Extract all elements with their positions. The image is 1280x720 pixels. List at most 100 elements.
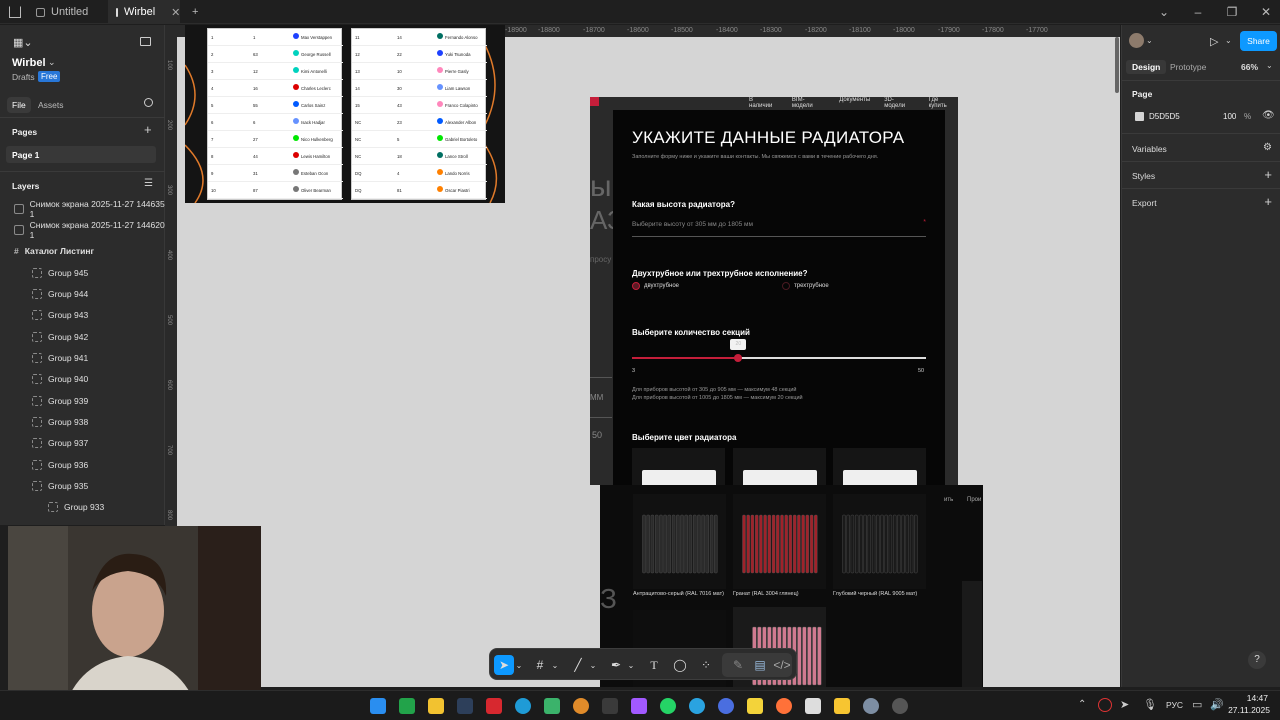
chevron-down-icon[interactable]: ⌄: [1266, 61, 1273, 70]
notes-icon[interactable]: [747, 698, 763, 714]
add-export-icon[interactable]: +: [1264, 194, 1272, 209]
variables-settings-icon[interactable]: ⚙: [1263, 142, 1272, 153]
chevron-down-icon[interactable]: ⌄: [1147, 0, 1181, 24]
settings-icon[interactable]: [863, 698, 879, 714]
close-window-button[interactable]: ✕: [1249, 0, 1280, 24]
minimize-button[interactable]: –: [1181, 0, 1215, 24]
chevron-down-icon[interactable]: ⌄: [514, 655, 524, 675]
add-page-icon[interactable]: +: [144, 122, 152, 137]
whatsapp-icon[interactable]: [660, 698, 676, 714]
app-icon[interactable]: [544, 698, 560, 714]
layer-item[interactable]: Group 937: [0, 432, 165, 453]
help-button[interactable]: ?: [1248, 651, 1266, 669]
present-play-icon[interactable]: ▷: [1210, 35, 1218, 48]
list-icon[interactable]: ☰: [144, 178, 153, 189]
close-tab-icon[interactable]: ✕: [171, 6, 180, 19]
nav-link[interactable]: BIM-модели: [792, 97, 825, 109]
styles-section[interactable]: Styles: [1132, 171, 1155, 181]
height-input[interactable]: Выберите высоту от 305 мм до 1805 мм *: [632, 219, 926, 237]
main-menu-icon[interactable]: ▦⌄: [13, 36, 33, 49]
variables-section[interactable]: Variables: [1132, 144, 1167, 154]
app-icon[interactable]: [834, 698, 850, 714]
volume-icon[interactable]: 🔊: [1210, 698, 1224, 711]
text-tool-icon[interactable]: T: [644, 655, 664, 675]
swatch-card[interactable]: [833, 448, 926, 485]
firefox-icon[interactable]: [776, 698, 792, 714]
frame-tool-icon[interactable]: #: [530, 655, 550, 675]
chevron-down-icon[interactable]: ⌄: [550, 655, 560, 675]
home-icon[interactable]: [9, 6, 21, 18]
avatar[interactable]: [1129, 33, 1144, 48]
tab-assets[interactable]: Assets: [38, 100, 64, 110]
app-icon[interactable]: [718, 698, 734, 714]
app-icon[interactable]: [602, 698, 618, 714]
file-name[interactable]: Wirbel: [12, 57, 46, 69]
page-color-value[interactable]: D5D5D5: [1149, 112, 1180, 121]
radio-two-pipe[interactable]: двухтрубное: [632, 282, 679, 290]
canvas-scrollbar[interactable]: [1115, 37, 1119, 93]
layer-item[interactable]: Group 936: [0, 454, 165, 475]
page-item[interactable]: Page 1: [6, 146, 156, 163]
page-color-swatch[interactable]: [1135, 112, 1144, 121]
chevron-up-icon[interactable]: ⌃: [1078, 699, 1086, 710]
export-section[interactable]: Export: [1132, 198, 1157, 208]
app-icon[interactable]: [892, 698, 908, 714]
comment-tool-icon[interactable]: ◯: [670, 655, 690, 675]
network-icon[interactable]: ▭: [1192, 698, 1202, 711]
clock-date[interactable]: 27.11.2025: [1228, 705, 1270, 715]
nav-link[interactable]: 3D-модели: [884, 97, 914, 109]
figma-icon[interactable]: [631, 698, 647, 714]
draw-mode-icon[interactable]: ✎: [728, 655, 748, 675]
layer-item[interactable]: # Каталог Листинг: [0, 240, 165, 261]
folder-icon[interactable]: [428, 698, 444, 714]
layer-item[interactable]: Group 942: [0, 326, 165, 347]
zoom-level[interactable]: 66%: [1241, 62, 1258, 72]
chevron-down-icon[interactable]: ⌄: [626, 655, 636, 675]
actions-tool-icon[interactable]: ⁘: [696, 655, 716, 675]
tab-prototype[interactable]: Prototype: [1170, 62, 1206, 72]
new-tab-button[interactable]: +: [184, 0, 206, 24]
start-icon[interactable]: [370, 698, 386, 714]
chevron-down-icon[interactable]: ⌄: [1225, 36, 1232, 45]
steam-icon[interactable]: [457, 698, 473, 714]
layer-item[interactable]: Group 945: [0, 262, 165, 283]
line-tool-icon[interactable]: ╱: [568, 655, 588, 675]
share-button[interactable]: Share: [1240, 31, 1277, 51]
chevron-down-icon[interactable]: ⌄: [588, 655, 598, 675]
tab-wirbel[interactable]: Wirbel ✕: [108, 0, 180, 24]
language-indicator[interactable]: РУС: [1166, 700, 1183, 710]
tab-design[interactable]: Design: [1126, 60, 1167, 74]
nav-link[interactable]: В наличии: [749, 97, 778, 109]
tab-untitled[interactable]: Untitled: [28, 0, 108, 24]
layer-item[interactable]: Снимок экрана 2025-11-27 144620 1: [0, 219, 165, 240]
pen-tool-icon[interactable]: ✒: [606, 655, 626, 675]
send-icon[interactable]: ➤: [1120, 698, 1129, 711]
chevron-down-icon[interactable]: ⌄: [1146, 36, 1153, 45]
dev-mode-icon[interactable]: </>: [772, 655, 792, 675]
bitdefender-icon[interactable]: [486, 698, 502, 714]
xbox-icon[interactable]: [399, 698, 415, 714]
layer-item[interactable]: Group 941: [0, 347, 165, 368]
edge-icon[interactable]: [515, 698, 531, 714]
layer-item[interactable]: Group 943: [0, 304, 165, 325]
microphone-icon[interactable]: 🎙: [1143, 698, 1157, 711]
clock-time[interactable]: 14:47: [1228, 693, 1268, 703]
add-style-icon[interactable]: +: [1264, 167, 1272, 182]
app-icon[interactable]: [805, 698, 821, 714]
nav-link[interactable]: Документы: [839, 97, 870, 109]
layer-item[interactable]: Group 933: [0, 496, 165, 517]
file-location[interactable]: Drafts: [12, 72, 35, 82]
swatch-card[interactable]: [632, 448, 725, 485]
design-mode-icon[interactable]: ▤: [750, 655, 770, 675]
maximize-button[interactable]: ❐: [1215, 0, 1249, 24]
layer-item[interactable]: Group 939: [0, 390, 165, 411]
layer-item[interactable]: Group 944: [0, 283, 165, 304]
telegram-icon[interactable]: [689, 698, 705, 714]
slider-thumb[interactable]: [734, 354, 743, 362]
page-opacity[interactable]: 100: [1223, 112, 1236, 121]
race-results-screenshot[interactable]: 1 1 Max Verstappen 2 63 George Russell 3 12 Kimi…: [185, 25, 505, 203]
tray-app-icon[interactable]: [1098, 698, 1112, 712]
blender-icon[interactable]: [573, 698, 589, 714]
radio-three-pipe[interactable]: трехтрубное: [782, 282, 829, 290]
layer-item[interactable]: Снимок экрана 2025-11-27 144635 1: [0, 198, 165, 219]
